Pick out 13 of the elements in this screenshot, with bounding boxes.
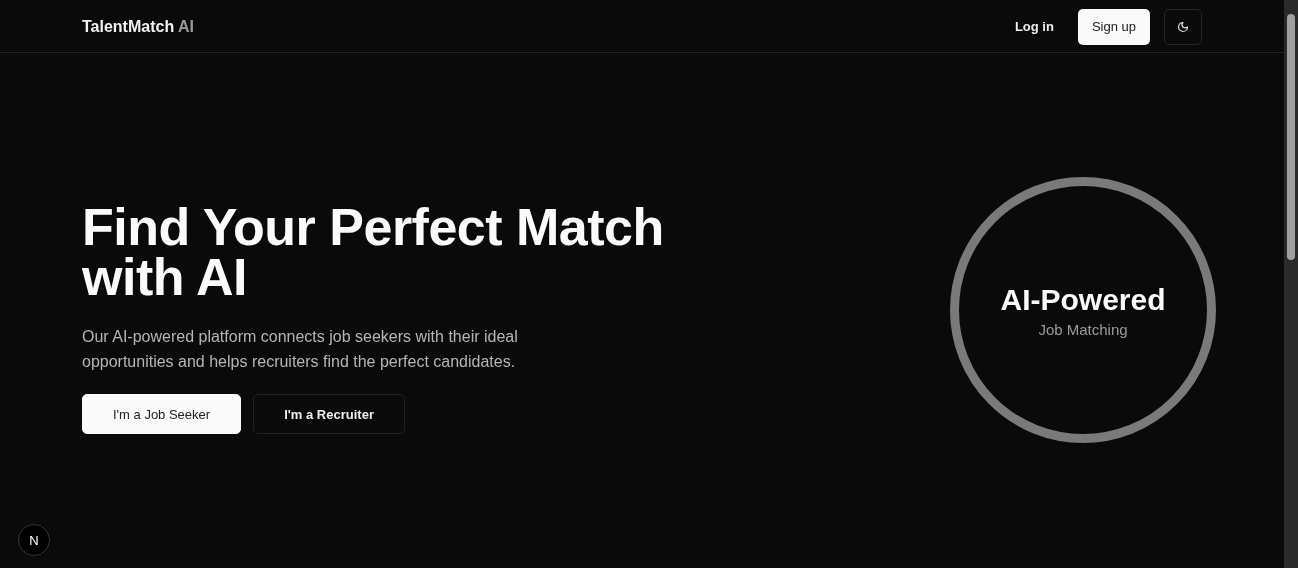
moon-icon xyxy=(1177,20,1189,33)
recruiter-button[interactable]: I'm a Recruiter xyxy=(253,394,405,434)
hero-title: Find Your Perfect Match with AI xyxy=(82,202,665,302)
signup-button[interactable]: Sign up xyxy=(1077,8,1150,45)
job-seeker-button[interactable]: I'm a Job Seeker xyxy=(82,394,242,434)
login-link[interactable]: Log in xyxy=(1004,11,1064,42)
theme-toggle-button[interactable] xyxy=(1164,8,1202,45)
scrollbar[interactable] xyxy=(1284,0,1298,568)
badge-subtitle: Job Matching xyxy=(1038,320,1128,338)
badge-title: AI-Powered xyxy=(1000,282,1166,317)
brand-logo[interactable]: TalentMatch AI xyxy=(82,17,194,36)
hero-description: Our AI-powered platform connects job seekers with their ideal opportunities and helps recruiters find the perfect candidates. xyxy=(82,327,519,372)
dev-indicator-button[interactable]: N xyxy=(18,524,50,556)
